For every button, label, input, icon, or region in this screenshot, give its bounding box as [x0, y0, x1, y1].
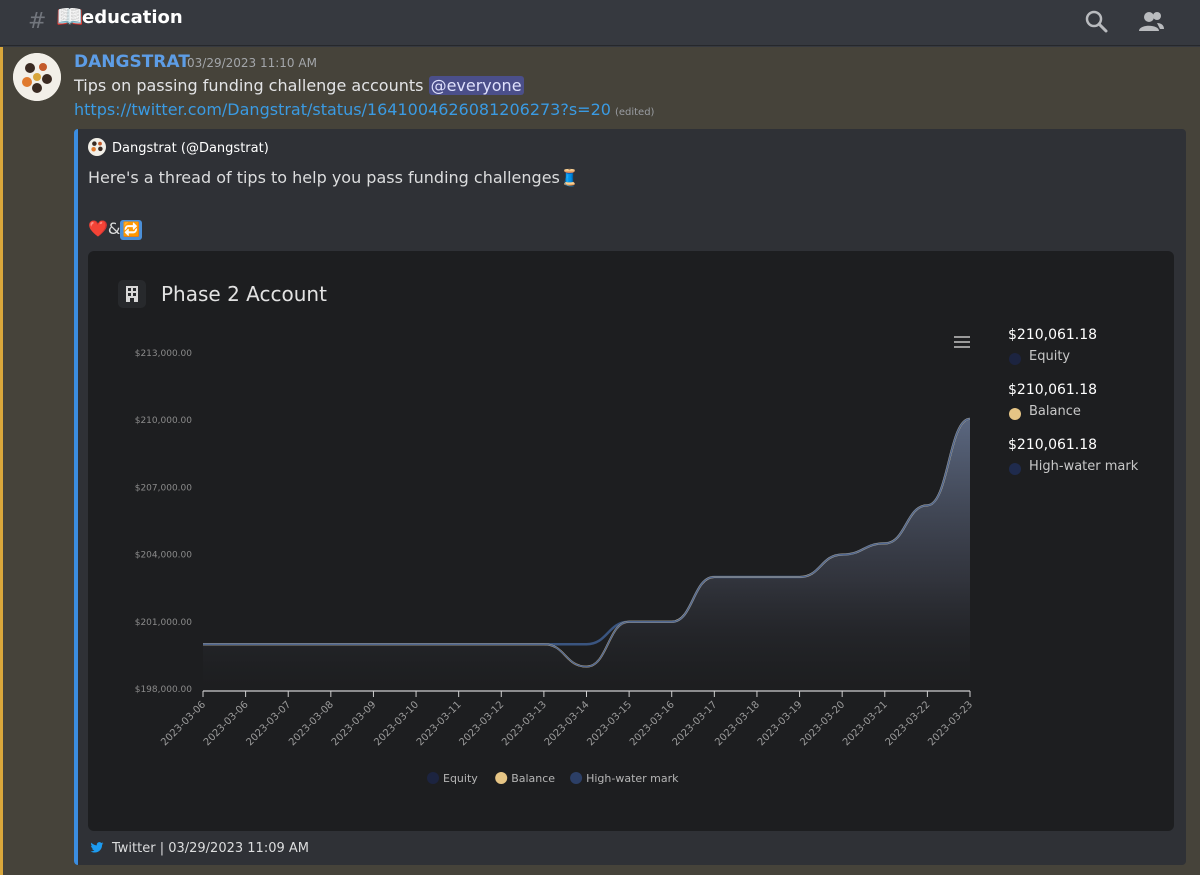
balance-dot	[1009, 408, 1021, 420]
side-legend-item-balance: $210,061.18 Balance	[1008, 382, 1168, 437]
message-timestamp: 03/29/2023 11:10 AM	[187, 56, 317, 70]
embed-description-text: Here's a thread of tips to help you pass…	[88, 168, 560, 187]
y-tick-label: $213,000.00	[135, 349, 193, 359]
members-icon[interactable]	[1136, 7, 1166, 37]
mention-highlight-bar	[0, 47, 3, 875]
legend-label: High-water mark	[586, 772, 679, 785]
balance-label: Balance	[1029, 404, 1081, 419]
x-tick-label: 2023-03-13	[500, 699, 549, 748]
message-text: Tips on passing funding challenge accoun…	[74, 76, 524, 95]
x-tick-label: 2023-03-20	[798, 699, 847, 748]
legend-marker	[427, 772, 439, 784]
x-tick-label: 2023-03-17	[671, 699, 720, 748]
x-tick-label: 2023-03-12	[458, 699, 507, 748]
embed-reactions-line: ❤️& 🔁	[88, 219, 143, 240]
x-axis: 2023-03-062023-03-062023-03-072023-03-08…	[159, 690, 975, 748]
high-water-mark-label: High-water mark	[1029, 459, 1139, 474]
channel-hash-icon: #	[28, 9, 47, 34]
x-tick-label: 2023-03-22	[884, 699, 933, 748]
everyone-mention[interactable]: @everyone	[428, 76, 524, 95]
high-water-mark-value: $210,061.18	[1008, 437, 1098, 453]
side-legend-item-high-water-mark: $210,061.18 High-water mark	[1008, 437, 1168, 492]
x-tick-label: 2023-03-23	[926, 699, 975, 748]
legend-marker	[495, 772, 508, 784]
y-axis-labels: $213,000.00 $210,000.00 $207,000.00 $204,00…	[135, 349, 193, 695]
x-tick-label: 2023-03-08	[287, 699, 336, 748]
message-body: Tips on passing funding challenge accoun…	[74, 76, 424, 95]
embed-author[interactable]: Dangstrat (@Dangstrat)	[88, 138, 269, 156]
y-tick-label: $207,000.00	[135, 483, 193, 493]
channel-header: # 📖 education	[0, 0, 1200, 46]
thread-emoji-icon: 🧵	[559, 168, 580, 187]
y-tick-label: $210,000.00	[135, 416, 193, 426]
x-tick-label: 2023-03-19	[756, 699, 805, 748]
heart-icon: ❤️	[88, 219, 108, 238]
equity-label: Equity	[1029, 349, 1071, 364]
message: DANGSTRAT 03/29/2023 11:10 AM Tips on pa…	[0, 47, 1200, 875]
author-name[interactable]: DANGSTRAT	[74, 52, 190, 72]
x-tick-label: 2023-03-14	[543, 699, 592, 748]
legend-label: Equity	[443, 772, 478, 785]
x-tick-label: 2023-03-16	[628, 699, 677, 748]
search-icon[interactable]	[1082, 7, 1112, 37]
embed-author-name: Dangstrat (@Dangstrat)	[112, 141, 269, 156]
embed-footer: Twitter | 03/29/2023 11:09 AM	[90, 841, 309, 856]
chart-menu-icon[interactable]	[954, 336, 970, 348]
high-water-mark-dot	[1009, 463, 1021, 475]
x-tick-label: 2023-03-11	[415, 699, 464, 748]
retweet-icon: 🔁	[120, 219, 143, 240]
equity-dot	[1009, 353, 1021, 365]
bottom-legend: Equity Balance High-water mark	[427, 772, 679, 785]
book-icon: 📖	[56, 5, 84, 30]
channel-name: education	[82, 7, 183, 28]
embed-description: Here's a thread of tips to help you pass…	[88, 168, 580, 187]
edited-tag: (edited)	[614, 107, 655, 118]
x-tick-label: 2023-03-15	[585, 699, 634, 748]
x-tick-label: 2023-03-06	[159, 699, 208, 748]
twitter-bird-icon	[90, 842, 104, 853]
embed-author-avatar	[88, 138, 106, 156]
x-tick-label: 2023-03-18	[713, 699, 762, 748]
balance-value: $210,061.18	[1008, 382, 1098, 398]
x-tick-label: 2023-03-07	[244, 699, 293, 748]
chart-image[interactable]: Phase 2 Account $213,000.00 $210,000.00 $2…	[88, 251, 1174, 831]
twitter-embed: Dangstrat (@Dangstrat) Here's a thread o…	[74, 129, 1186, 865]
tweet-link[interactable]: https://twitter.com/Dangstrat/status/164…	[74, 100, 611, 119]
embed-footer-text: Twitter | 03/29/2023 11:09 AM	[112, 841, 309, 856]
ampersand: &	[107, 219, 121, 238]
side-legend-item-equity: $210,061.18 Equity	[1008, 327, 1168, 382]
message-link-row: https://twitter.com/Dangstrat/status/164…	[74, 100, 654, 119]
x-tick-label: 2023-03-09	[330, 699, 379, 748]
legend-label: Balance	[511, 772, 555, 785]
y-tick-label: $204,000.00	[135, 551, 193, 561]
x-tick-label: 2023-03-06	[202, 699, 251, 748]
avatar[interactable]	[13, 53, 61, 101]
y-tick-label: $201,000.00	[135, 618, 193, 628]
legend-marker	[570, 772, 583, 784]
equity-value: $210,061.18	[1008, 327, 1098, 343]
y-tick-label: $198,000.00	[135, 685, 193, 695]
x-tick-label: 2023-03-21	[841, 699, 890, 748]
side-legend: $210,061.18 Equity $210,061.18 Balance $…	[1008, 327, 1168, 492]
x-tick-label: 2023-03-10	[372, 699, 421, 748]
